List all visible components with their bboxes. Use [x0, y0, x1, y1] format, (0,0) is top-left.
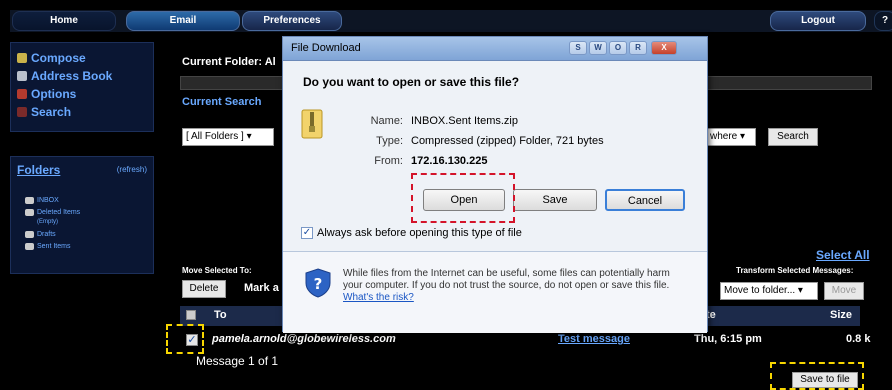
security-info-text: While files from the Internet can be use…	[343, 268, 689, 304]
always-ask-checkbox[interactable]: ✓	[301, 227, 313, 239]
whats-the-risk-link[interactable]: What's the risk?	[343, 292, 414, 303]
titlebar-r-button[interactable]: R	[629, 41, 647, 55]
file-download-dialog: File Download S W O R X Do you want to o…	[282, 36, 708, 333]
name-value: INBOX.Sent Items.zip	[411, 115, 518, 127]
folder-inbox[interactable]: INBOX	[25, 197, 59, 204]
select-value: Move to folder...	[724, 285, 796, 296]
titlebar-o-button[interactable]: O	[609, 41, 627, 55]
security-info-panel: ? While files from the Internet can be u…	[283, 252, 707, 333]
dialog-question: Do you want to open or save this file?	[303, 75, 520, 89]
nav-home-button[interactable]: Home	[12, 11, 116, 31]
nav-help-button[interactable]: ?	[874, 11, 892, 31]
menu-item-search[interactable]: Search	[17, 103, 71, 121]
titlebar-w-button[interactable]: W	[589, 41, 607, 55]
dialog-title: File Download	[291, 42, 361, 54]
folder-label: Sent Items	[37, 243, 71, 250]
type-value: Compressed (zipped) Folder, 721 bytes	[411, 135, 604, 147]
nav-email-button[interactable]: Email	[126, 11, 240, 31]
top-nav: Home Email Preferences Logout ?	[10, 10, 892, 32]
current-search-title: Current Search	[182, 96, 262, 108]
search-icon	[17, 107, 27, 117]
select-all-checkbox[interactable]	[186, 310, 196, 320]
current-folder-label: Current Folder: Al	[182, 56, 276, 68]
row-to[interactable]: pamela.arnold@globewireless.com	[212, 333, 396, 345]
folder-label: INBOX	[37, 197, 59, 204]
refresh-link[interactable]: (refresh)	[117, 165, 147, 174]
menu-item-address-book[interactable]: Address Book	[17, 67, 112, 85]
all-folders-select[interactable]: [ All Folders ] ▾	[182, 128, 274, 146]
where-select[interactable]: where ▾	[706, 128, 756, 146]
compose-icon	[17, 53, 27, 63]
sent-icon	[25, 243, 34, 250]
nav-logout-button[interactable]: Logout	[770, 11, 866, 31]
shield-icon: ?	[305, 268, 331, 298]
address-book-icon	[17, 71, 27, 81]
delete-button[interactable]: Delete	[182, 280, 226, 298]
menu-item-options[interactable]: Options	[17, 85, 76, 103]
mark-as-label[interactable]: Mark a	[244, 282, 279, 294]
message-count: Message 1 of 1	[196, 354, 279, 368]
folder-drafts[interactable]: Drafts	[25, 231, 56, 238]
menu-item-label: Options	[31, 87, 77, 101]
nav-preferences-button[interactable]: Preferences	[242, 11, 342, 31]
menu-item-label: Compose	[31, 51, 86, 65]
folder-bar	[180, 76, 288, 90]
folder-deleted-items[interactable]: Deleted Items	[25, 209, 80, 216]
save-button[interactable]: Save	[513, 189, 597, 211]
titlebar-s-button[interactable]: S	[569, 41, 587, 55]
menu-item-label: Address Book	[31, 69, 113, 83]
row-size: 0.8 k	[846, 333, 871, 345]
highlight-save-to-file	[770, 362, 864, 390]
always-ask-label[interactable]: Always ask before opening this type of f…	[317, 227, 522, 239]
svg-text:?: ?	[314, 275, 323, 293]
options-icon	[17, 89, 27, 99]
folders-title[interactable]: Folders	[17, 163, 60, 177]
move-selected-label: Move Selected To:	[182, 266, 252, 275]
folders-panel: Folders (refresh) INBOX Deleted Items (E…	[10, 156, 154, 274]
close-icon[interactable]: X	[651, 41, 677, 55]
menu-item-compose[interactable]: Compose	[17, 49, 86, 67]
inbox-icon	[25, 197, 34, 204]
cancel-button[interactable]: Cancel	[605, 189, 685, 211]
folder-sent-items[interactable]: Sent Items	[25, 243, 70, 250]
folder-label: Drafts	[37, 231, 56, 238]
deleted-empty-note: (Empty)	[37, 219, 58, 225]
search-button[interactable]: Search	[768, 128, 818, 146]
transform-label: Transform Selected Messages:	[736, 266, 854, 275]
select-value: where	[710, 131, 738, 142]
highlight-row-checkbox	[166, 324, 204, 354]
highlight-open-button	[411, 173, 515, 223]
select-all-link[interactable]: Select All	[816, 248, 870, 262]
sidebar-menu: Compose Address Book Options Search	[10, 42, 154, 132]
from-value: 172.16.130.225	[411, 155, 488, 167]
dialog-titlebar[interactable]: File Download S W O R X	[283, 37, 707, 61]
type-label: Type:	[376, 135, 403, 147]
move-button[interactable]: Move	[824, 282, 864, 300]
folder-label: Deleted Items	[37, 209, 81, 216]
security-info-body: While files from the Internet can be use…	[343, 268, 670, 291]
drafts-icon	[25, 231, 34, 238]
from-label: From:	[374, 155, 403, 167]
row-date: Thu, 6:15 pm	[694, 333, 762, 345]
name-label: Name:	[370, 115, 403, 127]
move-to-folder-select[interactable]: Move to folder... ▾	[720, 282, 818, 300]
trash-icon	[25, 209, 34, 216]
zip-folder-icon	[301, 109, 323, 139]
column-to[interactable]: To	[214, 309, 227, 321]
row-subject[interactable]: Test message	[558, 333, 630, 345]
folder-bar-right	[706, 76, 872, 90]
column-size[interactable]: Size	[830, 309, 852, 321]
select-value: [ All Folders ]	[186, 131, 244, 142]
menu-item-label: Search	[31, 105, 72, 119]
